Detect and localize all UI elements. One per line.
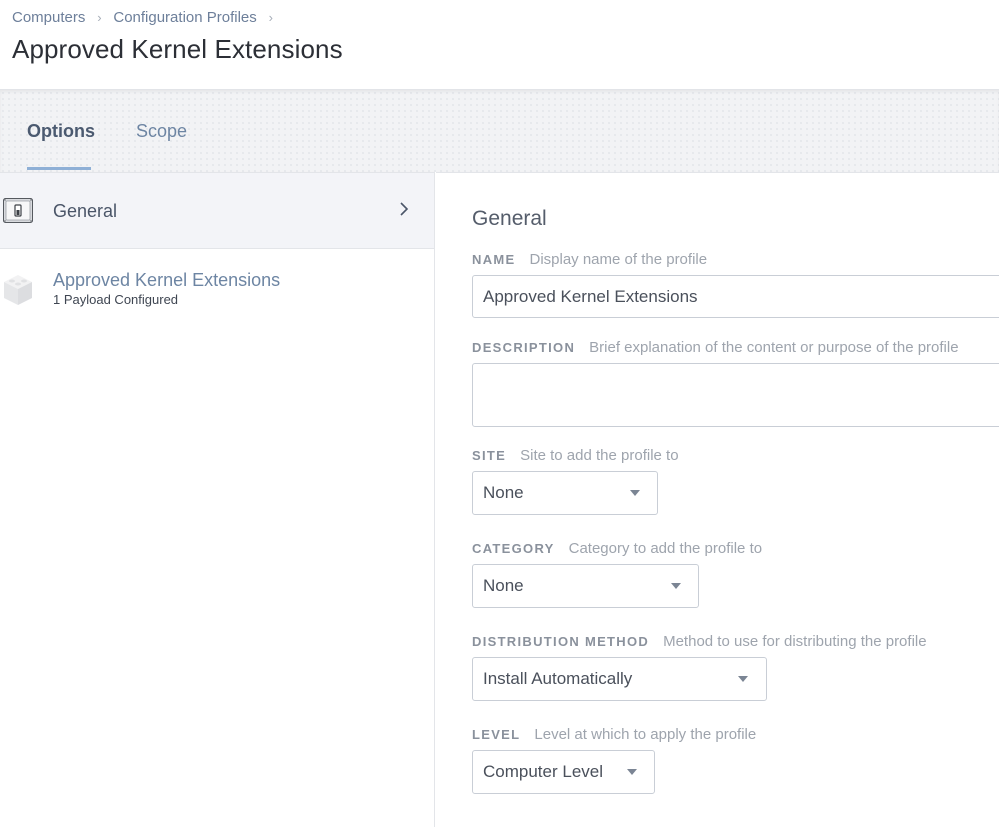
distribution-method-select[interactable]: Install Automatically [472, 657, 767, 701]
switch-icon [3, 198, 33, 223]
payload-item-ake-label: Approved Kernel Extensions [53, 270, 281, 290]
page-header: Computers › Configuration Profiles › App… [0, 0, 999, 89]
site-hint: Site to add the profile to [520, 447, 679, 464]
tab-options[interactable]: Options [27, 121, 95, 142]
category-select-value: None [483, 576, 524, 595]
payload-item-general[interactable]: General [0, 173, 434, 249]
breadcrumb: Computers › Configuration Profiles › [12, 8, 285, 26]
name-hint: Display name of the profile [529, 251, 708, 268]
distribution-method-hint: Method to use for distributing the profi… [663, 633, 927, 650]
cube-icon [4, 275, 32, 305]
distribution-method-label-text: DISTRIBUTION METHOD [472, 634, 650, 649]
level-hint: Level at which to apply the profile [534, 726, 757, 743]
level-label-text: LEVEL [472, 727, 521, 742]
tab-bar: Options Scope [0, 89, 999, 172]
category-hint: Category to add the profile to [568, 540, 763, 557]
page-title: Approved Kernel Extensions [12, 34, 343, 64]
site-label: SITE Site to add the profile to [472, 447, 679, 464]
level-label: LEVEL Level at which to apply the profile [472, 726, 756, 743]
active-tab-indicator [27, 167, 91, 170]
chevron-down-icon [627, 769, 637, 775]
breadcrumb-separator: › [268, 9, 273, 25]
chevron-right-icon [400, 202, 409, 216]
category-label-text: CATEGORY [472, 541, 555, 556]
chevron-down-icon [630, 490, 640, 496]
payload-item-general-label: General [53, 201, 118, 221]
distribution-method-select-value: Install Automatically [483, 669, 633, 688]
category-label: CATEGORY Category to add the profile to [472, 540, 762, 557]
description-label: DESCRIPTION Brief explanation of the cont… [472, 339, 959, 356]
name-label: NAME Display name of the profile [472, 251, 707, 268]
section-title: General [472, 207, 547, 230]
general-settings-panel: General NAME Display name of the profile … [436, 172, 999, 827]
breadcrumb-configuration-profiles[interactable]: Configuration Profiles [113, 9, 256, 26]
level-select-value: Computer Level [483, 762, 604, 781]
name-input[interactable] [472, 275, 999, 318]
payload-count-label: 1 Payload Configured [53, 292, 179, 307]
chevron-down-icon [671, 583, 681, 589]
description-textarea[interactable] [472, 363, 999, 427]
chevron-down-icon [738, 676, 748, 682]
breadcrumb-computers[interactable]: Computers [12, 9, 85, 26]
tab-scope[interactable]: Scope [136, 121, 187, 142]
site-label-text: SITE [472, 448, 507, 463]
name-label-text: NAME [472, 252, 516, 267]
distribution-method-label: DISTRIBUTION METHOD Method to use for dis… [472, 633, 927, 650]
payload-item-approved-kernel-extensions[interactable]: Approved Kernel Extensions 1 Payload Con… [0, 250, 434, 310]
breadcrumb-separator: › [97, 9, 102, 25]
category-select[interactable]: None [472, 564, 699, 608]
payload-list: General Approved Kernel Extensions 1 Pay… [0, 172, 435, 827]
level-select[interactable]: Computer Level [472, 750, 655, 794]
site-select[interactable]: None [472, 471, 658, 515]
description-label-text: DESCRIPTION [472, 340, 576, 355]
site-select-value: None [483, 483, 524, 502]
description-hint: Brief explanation of the content or purp… [589, 339, 959, 356]
